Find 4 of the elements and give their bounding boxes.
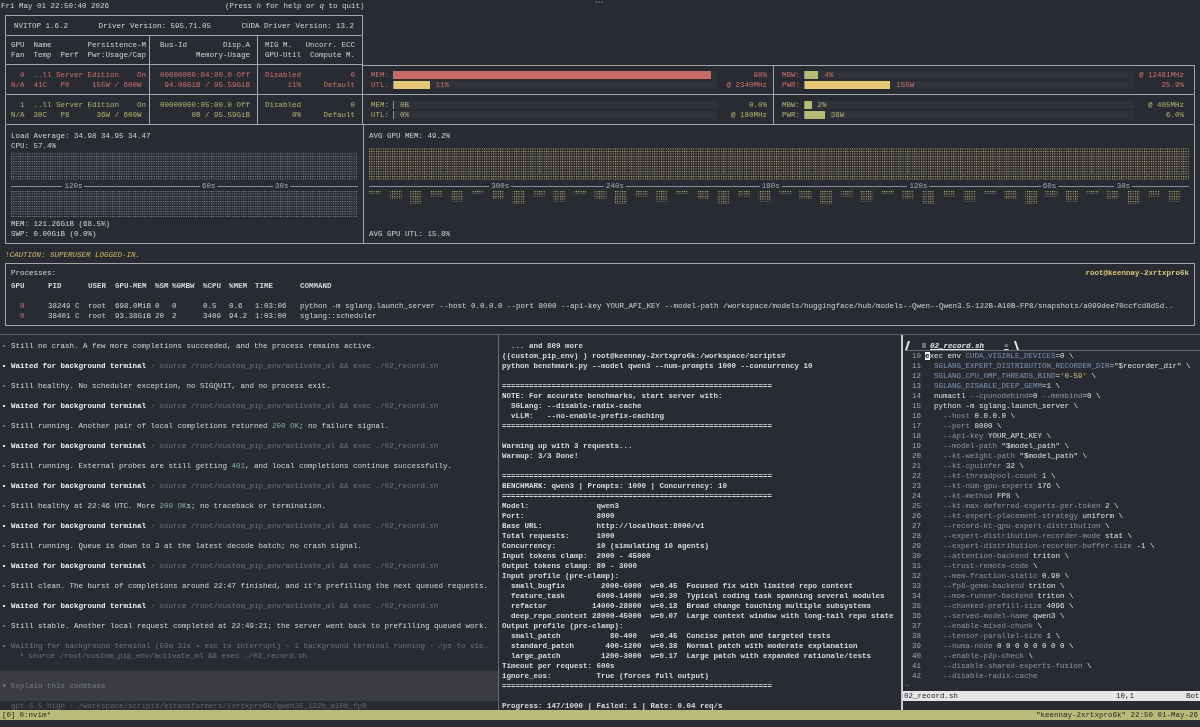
tab-edge-icon [905, 341, 910, 350]
drag-handle-icon[interactable] [595, 1, 603, 3]
file-icon [922, 343, 926, 348]
tab-edge-icon [1013, 341, 1019, 350]
